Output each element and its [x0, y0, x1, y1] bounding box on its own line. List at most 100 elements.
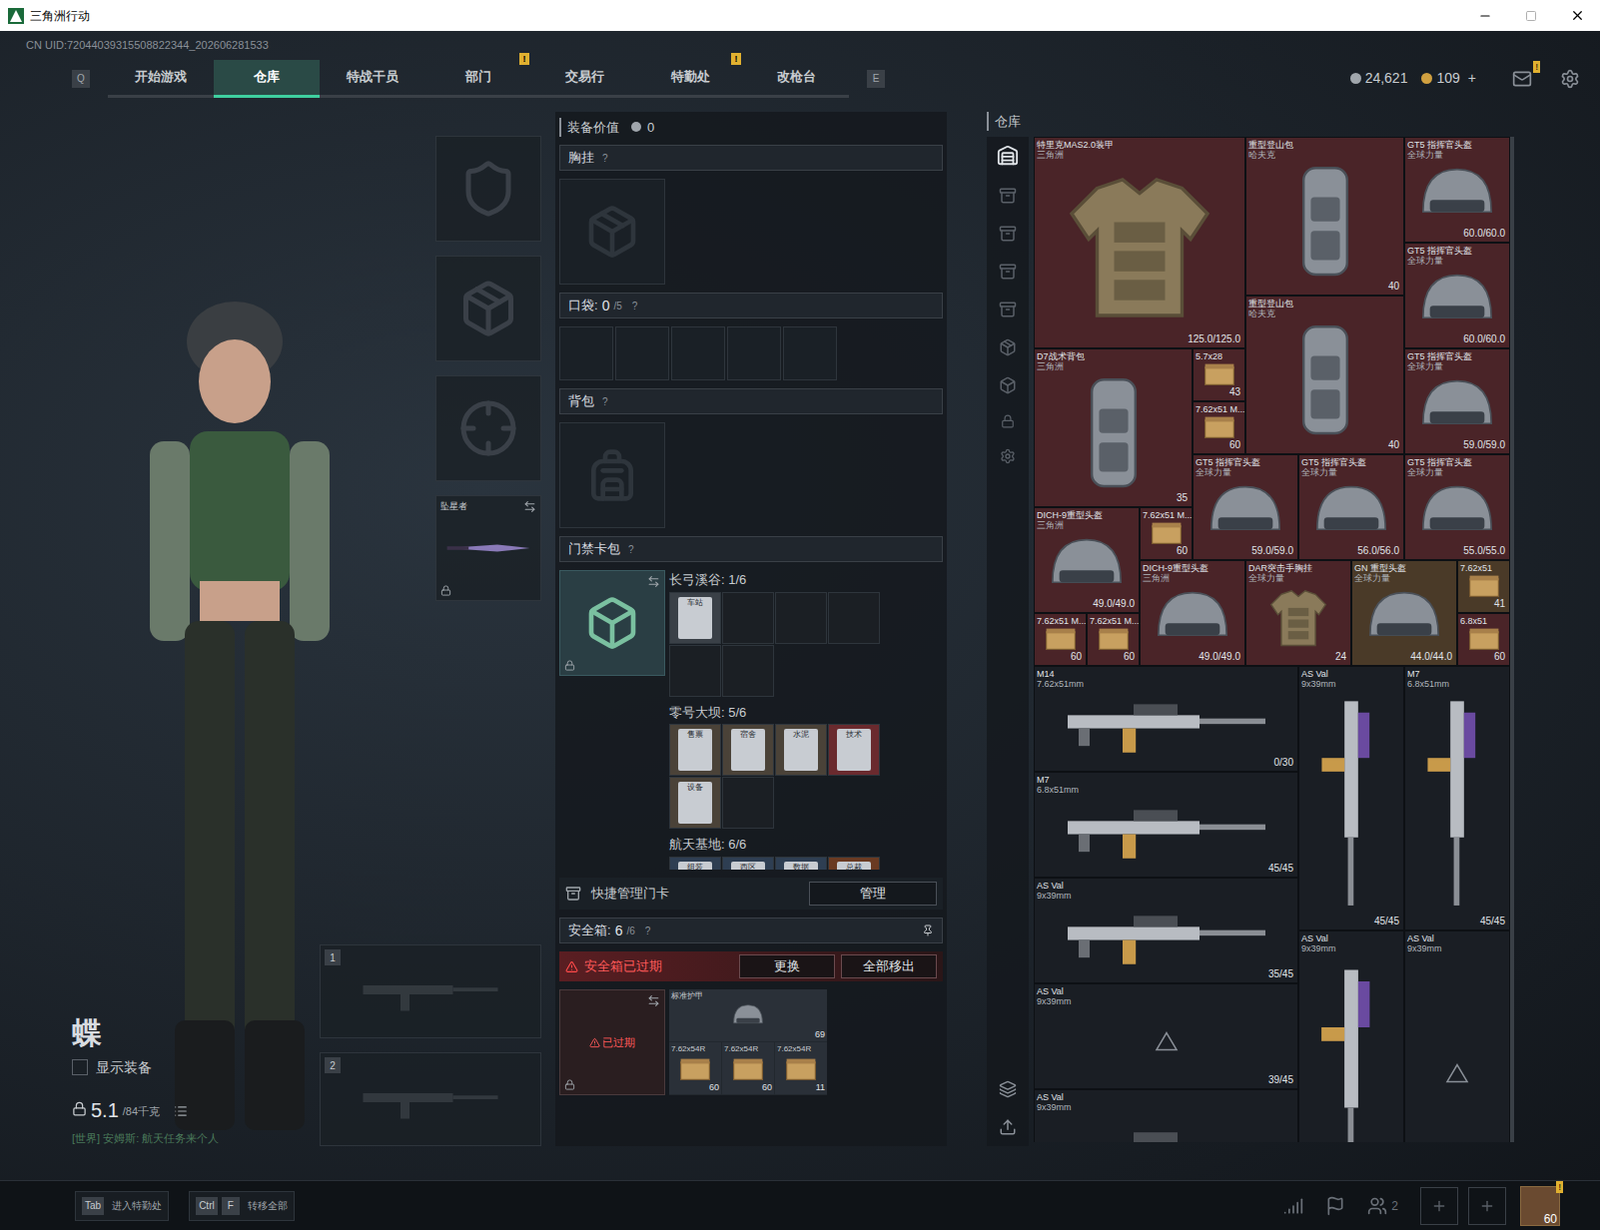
keycard[interactable]: 车站 — [678, 597, 713, 640]
help-badge[interactable]: ? — [602, 150, 609, 166]
storage-tab-icon[interactable] — [998, 338, 1017, 357]
warehouse-item[interactable]: AS Val9x39mm — [1298, 930, 1405, 1143]
key-hint[interactable]: CtrlF转移全部 — [188, 1191, 295, 1222]
keycard[interactable]: 技术 — [836, 729, 871, 772]
swap-icon[interactable] — [647, 994, 661, 1008]
warehouse-item[interactable]: DICH-9重型头盔三角洲49.0/49.0 — [1139, 560, 1246, 667]
weapon-slot[interactable]: 1 — [319, 944, 542, 1039]
warehouse-item[interactable]: AS Val9x39mm — [1033, 1089, 1299, 1143]
safe-box-item[interactable]: 7.62x54R11 — [775, 1042, 827, 1095]
keycard-slot[interactable] — [722, 592, 775, 645]
warehouse-item[interactable]: DICH-9重型头盔三角洲49.0/49.0 — [1033, 507, 1140, 614]
keycard-slot[interactable]: 总裁 — [827, 856, 880, 871]
keycard-case[interactable] — [559, 570, 666, 677]
storage-tab-icon[interactable] — [998, 224, 1017, 243]
nav-tab[interactable]: 部门! — [425, 59, 532, 98]
weapon-slot[interactable]: 2 — [319, 1052, 542, 1147]
pocket-slot[interactable] — [671, 326, 726, 381]
mail-button[interactable]: ! — [1512, 68, 1533, 89]
keycard[interactable]: 宿舍 — [731, 729, 766, 772]
nav-tab[interactable]: 交易行 — [531, 59, 638, 98]
nav-tab[interactable]: 特战干员 — [319, 59, 426, 98]
warehouse-icon[interactable] — [996, 144, 1019, 167]
warehouse-item[interactable]: 5.7x2843 — [1192, 348, 1246, 402]
safe-box-button[interactable]: 全部移出 — [840, 954, 937, 979]
gear-slot[interactable] — [435, 375, 542, 482]
help-badge[interactable]: ? — [628, 542, 635, 558]
help-badge[interactable]: ? — [632, 298, 639, 314]
gear-slot[interactable] — [435, 255, 542, 362]
keycard[interactable]: 组装 — [678, 861, 713, 871]
manage-button[interactable]: 管理 — [808, 881, 937, 906]
nav-tab[interactable]: 仓库 — [213, 59, 320, 98]
maximize-button[interactable] — [1508, 0, 1555, 31]
warehouse-item[interactable]: 7.62x51 M...60 — [1086, 613, 1140, 667]
warehouse-item[interactable]: 7.62x51 M...60 — [1033, 613, 1087, 667]
show-gear-toggle[interactable]: 显示装备 — [71, 1057, 320, 1079]
keycard-slot[interactable]: 售票 — [669, 724, 722, 777]
keycard[interactable]: 西区 — [731, 861, 766, 871]
warehouse-item[interactable]: 6.8x5160 — [1457, 613, 1511, 667]
key-hint[interactable]: Tab进入特勤处 — [74, 1191, 169, 1222]
close-button[interactable] — [1554, 0, 1600, 31]
add-currency-button[interactable]: + — [1468, 67, 1477, 89]
safe-box-item[interactable]: 7.62x54R60 — [722, 1042, 775, 1095]
warehouse-item[interactable]: GT5 指挥官头盔全球力量60.0/60.0 — [1404, 136, 1511, 243]
chest-slot[interactable] — [559, 178, 666, 285]
pocket-slot[interactable] — [783, 326, 837, 381]
warehouse-item[interactable]: 7.62x5141 — [1457, 560, 1511, 614]
keycard[interactable]: 售票 — [678, 729, 713, 772]
pocket-slot[interactable] — [559, 326, 614, 381]
stats-icon[interactable] — [1283, 1196, 1304, 1217]
layers-icon[interactable] — [998, 1080, 1017, 1099]
gear-slot[interactable] — [435, 135, 542, 242]
warehouse-item[interactable]: 7.62x51 M...60 — [1192, 401, 1246, 455]
minimize-button[interactable] — [1462, 0, 1509, 31]
gear-slot[interactable]: 坠星者 — [435, 495, 542, 602]
help-badge[interactable]: ? — [645, 923, 652, 939]
swap-icon[interactable] — [647, 575, 661, 589]
warehouse-item[interactable]: 重型登山包哈夫克40 — [1245, 295, 1405, 455]
storage-tab-icon[interactable] — [998, 186, 1017, 205]
lock-icon[interactable] — [1000, 414, 1015, 429]
warehouse-item[interactable]: GT5 指挥官头盔全球力量56.0/56.0 — [1298, 454, 1405, 561]
keycard-slot[interactable] — [775, 592, 827, 645]
backpack-slot[interactable] — [559, 422, 666, 529]
keycard[interactable]: 设备 — [678, 782, 713, 824]
keycard-slot[interactable]: 宿舍 — [722, 724, 775, 777]
keycard[interactable]: 数据 — [784, 861, 818, 871]
safe-box-item[interactable]: 标准护甲69 — [669, 989, 827, 1042]
keycard-slot[interactable] — [827, 592, 880, 645]
keycard-slot[interactable] — [722, 645, 775, 698]
squad-button[interactable]: 2 — [1367, 1196, 1399, 1217]
keycard[interactable]: 总裁 — [836, 861, 871, 871]
warehouse-item[interactable]: AS Val9x39mm35/45 — [1033, 877, 1299, 984]
warehouse-item[interactable]: 重型登山包哈夫克40 — [1245, 136, 1405, 296]
safe-box-case[interactable]: 已过期 — [559, 989, 666, 1096]
keycard-slot[interactable]: 设备 — [669, 777, 722, 829]
keycard-slot[interactable]: 技术 — [827, 724, 880, 777]
keycard-slot[interactable] — [722, 777, 775, 829]
keycard-slot[interactable]: 水泥 — [775, 724, 827, 777]
warehouse-item[interactable]: D7战术背包三角洲35 — [1033, 348, 1193, 508]
flag-icon[interactable] — [1325, 1196, 1346, 1217]
player-avatar[interactable]: 60! — [1520, 1186, 1561, 1227]
keycard-slot[interactable]: 组装 — [669, 856, 722, 871]
nav-tab[interactable]: 改枪台 — [743, 59, 849, 98]
swap-icon[interactable] — [523, 500, 537, 514]
invite-slot[interactable] — [1468, 1187, 1507, 1226]
warehouse-item[interactable]: AS Val9x39mm45/45 — [1298, 666, 1405, 931]
pocket-slot[interactable] — [615, 326, 670, 381]
warehouse-item[interactable]: DAR突击手胸挂全球力量24 — [1245, 560, 1352, 667]
safe-box-item[interactable]: 7.62x54R60 — [669, 1042, 722, 1095]
warehouse-item[interactable]: GT5 指挥官头盔全球力量59.0/59.0 — [1192, 454, 1299, 561]
safe-box-button[interactable]: 更换 — [739, 954, 835, 979]
warehouse-item[interactable]: 特里克MAS2.0装甲三角洲125.0/125.0 — [1033, 136, 1246, 349]
storage-tab-icon[interactable] — [998, 300, 1017, 319]
nav-tab[interactable]: 特勤处! — [637, 59, 744, 98]
keycard-slot[interactable] — [669, 645, 722, 698]
warehouse-item[interactable]: GT5 指挥官头盔全球力量59.0/59.0 — [1404, 348, 1511, 455]
sort-icon[interactable] — [998, 1118, 1017, 1137]
keycard-slot[interactable]: 西区 — [722, 856, 775, 871]
settings-icon[interactable] — [999, 448, 1016, 465]
